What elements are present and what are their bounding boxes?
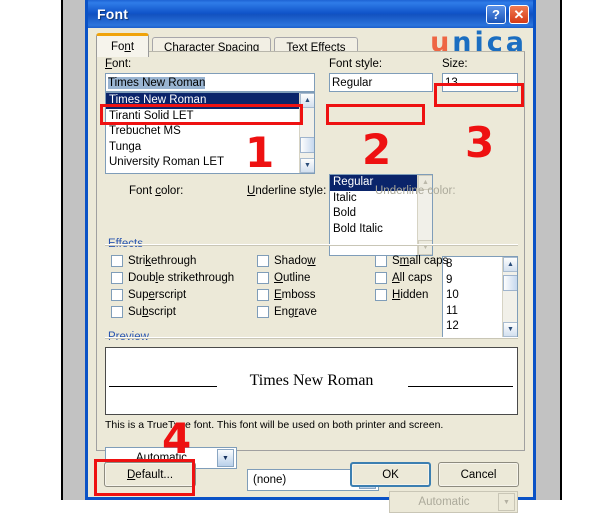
list-item[interactable]: Trebuchet MS [106, 124, 314, 140]
title-bar: Font ? ✕ [88, 0, 533, 28]
preview-rule-right [408, 386, 513, 387]
checkbox-subscript[interactable]: Subscript [111, 306, 176, 318]
annotation-number-4: 4 [162, 414, 192, 463]
checkbox-box[interactable] [257, 289, 269, 301]
list-item[interactable]: Tunga [106, 140, 314, 156]
checkbox-outline[interactable]: Outline [257, 272, 310, 284]
checkbox-shadow[interactable]: Shadow [257, 255, 316, 267]
font-listbox[interactable]: Times New Roman Tiranti Solid LET Trebuc… [105, 92, 315, 174]
underline-style-label: Underline style: [247, 185, 327, 197]
annotation-number-3: 3 [465, 118, 495, 167]
checkbox-box[interactable] [111, 255, 123, 267]
list-item[interactable]: University Roman LET [106, 155, 314, 171]
checkbox-superscript[interactable]: Superscript [111, 289, 186, 301]
preview-rule-left [109, 386, 217, 387]
font-style-input[interactable]: Regular [329, 73, 433, 92]
scroll-down-icon[interactable]: ▼ [300, 158, 314, 173]
tab-font[interactable]: Font [96, 33, 150, 57]
font-tab-page: Font: Font style: Size: Times New Roman … [96, 51, 525, 513]
checkbox-hidden[interactable]: Hidden [375, 289, 428, 301]
font-list-scrollbar[interactable]: ▲ ▼ [299, 93, 314, 173]
desktop-background-right [536, 0, 562, 500]
checkbox-engrave[interactable]: Engrave [257, 306, 317, 318]
checkbox-emboss[interactable]: Emboss [257, 289, 316, 301]
default-button[interactable]: Default... [104, 462, 196, 487]
checkbox-box[interactable] [375, 289, 387, 301]
annotation-number-1: 1 [245, 128, 275, 177]
ok-button[interactable]: OK [350, 462, 431, 487]
checkbox-box[interactable] [111, 272, 123, 284]
font-style-label: Font style: [329, 58, 383, 70]
list-item[interactable]: Tiranti Solid LET [106, 109, 314, 125]
scroll-down-icon[interactable]: ▼ [503, 322, 517, 337]
font-preview-box: Times New Roman [105, 347, 518, 415]
size-value: 13 [445, 77, 458, 89]
chevron-down-icon: ▼ [498, 493, 515, 511]
help-icon[interactable]: ? [486, 4, 506, 24]
close-icon[interactable]: ✕ [509, 4, 529, 24]
window-title: Font [97, 6, 129, 22]
checkbox-box[interactable] [111, 306, 123, 318]
screen: Font ? ✕ Font Character Spacing Text Eff… [0, 0, 600, 513]
preview-note: This is a TrueType font. This font will … [105, 419, 444, 431]
underline-color-select: Automatic ▼ [389, 491, 518, 513]
underline-color-label: Underline color: [375, 185, 456, 197]
list-item[interactable]: Times New Roman [106, 93, 314, 109]
font-dialog: Font ? ✕ Font Character Spacing Text Eff… [85, 0, 536, 513]
checkbox-strikethrough[interactable]: Strikethrough [111, 255, 196, 267]
size-listbox[interactable]: 8 9 10 11 12 ▲ ▼ [442, 256, 518, 338]
size-input[interactable]: 13 [442, 73, 518, 92]
preview-sample-text: Times New Roman [249, 372, 374, 389]
scroll-thumb[interactable] [503, 275, 517, 291]
checkbox-small-caps[interactable]: Small caps [375, 255, 448, 267]
font-name-input[interactable]: Times New Roman [105, 73, 315, 92]
size-list-scrollbar[interactable]: ▲ ▼ [502, 257, 517, 337]
checkbox-box[interactable] [375, 255, 387, 267]
effects-group-line [105, 244, 518, 246]
checkbox-double-strikethrough[interactable]: Double strikethrough [111, 272, 234, 284]
checkbox-box[interactable] [375, 272, 387, 284]
scroll-down-icon: ▼ [418, 240, 432, 255]
scroll-thumb[interactable] [300, 137, 314, 153]
font-style-value: Regular [332, 77, 373, 89]
checkbox-all-caps[interactable]: All caps [375, 272, 432, 284]
chevron-down-icon[interactable]: ▼ [217, 449, 234, 467]
underline-color-value: Automatic [418, 496, 470, 508]
checkbox-box[interactable] [111, 289, 123, 301]
preview-group-line [105, 337, 518, 339]
scroll-up-icon[interactable]: ▲ [300, 93, 314, 108]
underline-style-value: (none) [253, 474, 287, 486]
checkbox-box[interactable] [257, 306, 269, 318]
checkbox-box[interactable] [257, 272, 269, 284]
annotation-number-2: 2 [362, 125, 392, 174]
font-name-value: Times New Roman [108, 77, 206, 89]
scroll-up-icon[interactable]: ▲ [503, 257, 517, 272]
size-label: Size: [442, 58, 468, 70]
cancel-button[interactable]: Cancel [438, 462, 519, 487]
font-color-label: Font color: [129, 185, 184, 197]
font-label: Font: [105, 58, 132, 70]
checkbox-box[interactable] [257, 255, 269, 267]
desktop-background-left [61, 0, 87, 500]
